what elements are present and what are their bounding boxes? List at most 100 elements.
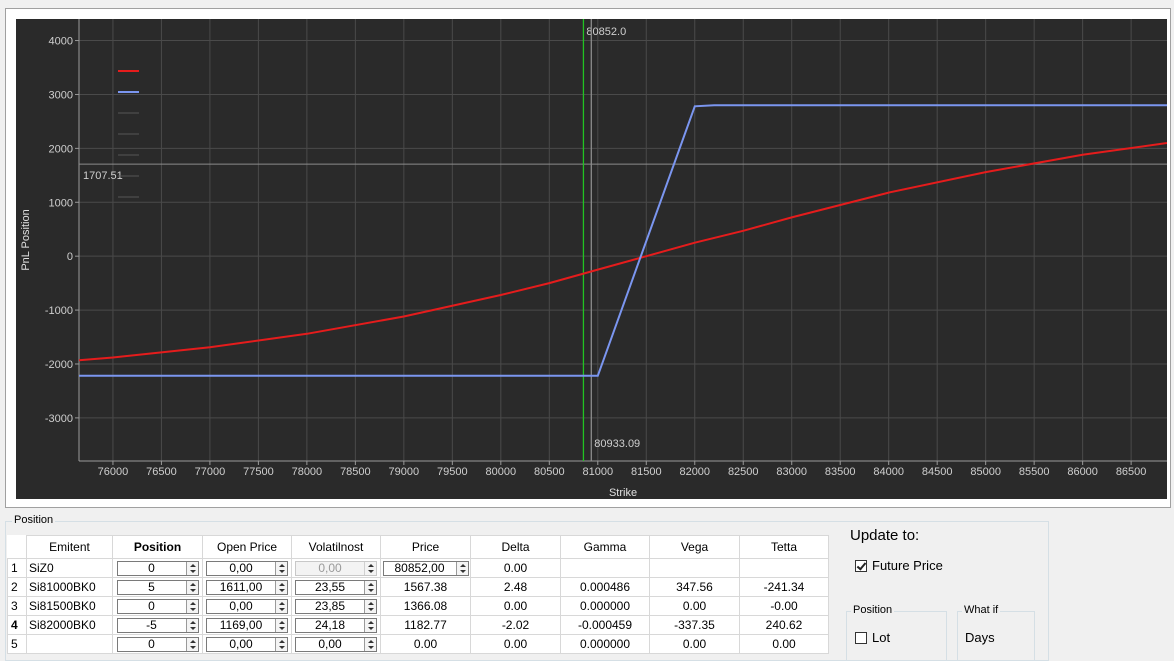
header-price[interactable]: Price [380,535,471,559]
table-row[interactable]: 4 Si82000BK0 -5 1169,00 24,18 1182.77 -2.02 -0.… [7,615,829,635]
future-price-checkbox[interactable] [855,559,867,572]
stepper-arrows-icon[interactable] [364,599,376,613]
header-delta[interactable]: Delta [470,535,561,559]
stepper-arrows-icon[interactable] [364,618,376,632]
y-tick-label: 2000 [49,143,73,155]
stepper-arrows-icon[interactable] [364,637,376,651]
table-row[interactable]: 2 Si81000BK0 5 1611,00 23,55 1567.38 2.48 0.000… [7,577,829,597]
stepper-arrows-icon[interactable] [275,618,287,632]
x-tick-label: 77000 [195,466,226,478]
days-label-row: Days [965,630,995,645]
position-stepper[interactable]: 0 [116,636,199,652]
x-tick-label: 86500 [1116,466,1147,478]
position-cell: -5 [112,615,203,635]
stepper-arrows-icon[interactable] [185,599,198,613]
volatility-stepper[interactable]: 23,55 [295,579,377,595]
header-vega[interactable]: Vega [649,535,740,559]
pnl-chart[interactable]: 76000 76500 77000 77500 78000 78500 79000 79500… [16,19,1167,499]
future-price-vline-label: 80852.0 [586,26,626,38]
open-price-stepper[interactable]: 0,00 [206,560,288,576]
stepper-arrows-icon[interactable] [185,580,198,594]
stepper-arrows-icon[interactable] [364,580,376,594]
volatility-cell: 23,55 [291,577,381,597]
stepper-arrows-icon[interactable] [185,637,198,651]
emitent-cell[interactable]: SiZ0 [26,558,113,578]
header-tetta[interactable]: Tetta [739,535,829,559]
emitent-cell[interactable]: Si81000BK0 [26,577,113,597]
row-number-header [7,535,27,559]
open-price-stepper[interactable]: 0,00 [206,636,288,652]
volatility-value: 23,55 [314,579,346,594]
stepper-arrows-icon[interactable] [455,561,468,575]
x-tick-label: 82500 [728,466,759,478]
x-tick-label: 76000 [98,466,129,478]
price-cell: 1182.77 [380,615,471,635]
header-open-price[interactable]: Open Price [202,535,292,559]
stepper-arrows-icon[interactable] [275,580,287,594]
position-stepper[interactable]: 0 [116,560,199,576]
what-if-group-title: What if [962,604,1001,616]
position-stepper[interactable]: 5 [116,579,199,595]
volatility-stepper[interactable]: 23,85 [295,598,377,614]
cursor-hline-label: 1707.51 [83,170,123,182]
x-tick-label: 82000 [679,466,710,478]
emitent-cell[interactable]: Si81500BK0 [26,596,113,616]
emitent-cell[interactable]: Si82000BK0 [26,615,113,635]
price-stepper[interactable]: 80852,00 [382,560,469,576]
stepper-arrows-icon[interactable] [364,561,376,575]
open-price-stepper[interactable]: 1611,00 [206,579,288,595]
x-tick-label: 78500 [340,466,371,478]
days-label: Days [965,630,995,645]
volatility-value: 24,18 [314,617,346,632]
price-cell: 1567.38 [380,577,471,597]
row-number: 5 [7,634,27,654]
tetta-cell: -241.34 [739,577,829,597]
x-tick-label: 78000 [292,466,323,478]
stepper-arrows-icon[interactable] [275,561,287,575]
open-price-stepper[interactable]: 1169,00 [206,617,288,633]
delta-cell: -2.02 [470,615,561,635]
emitent-cell[interactable] [26,634,113,654]
future-price-option[interactable]: Future Price [855,558,943,573]
position-cell: 5 [112,577,203,597]
volatility-stepper[interactable]: 0,00 [295,560,377,576]
x-tick-label: 83500 [825,466,856,478]
position-value: 5 [148,579,155,594]
position-stepper[interactable]: -5 [116,617,199,633]
y-tick-label: -2000 [45,359,73,371]
position-stepper[interactable]: 0 [116,598,199,614]
open-price-cell: 1611,00 [202,577,292,597]
header-position[interactable]: Position [112,535,203,559]
stepper-arrows-icon[interactable] [185,618,198,632]
lot-checkbox[interactable] [855,631,867,644]
open-price-stepper[interactable]: 0,00 [206,598,288,614]
x-axis-label: Strike [609,487,637,499]
x-tick-label: 85000 [970,466,1001,478]
table-row[interactable]: 5 0 0,00 0,00 0.00 0.00 0.000000 0.00 0.00 [7,634,829,654]
volatility-stepper[interactable]: 24,18 [295,617,377,633]
price-cell: 1366.08 [380,596,471,616]
x-tick-label: 79000 [389,466,420,478]
stepper-arrows-icon[interactable] [185,561,198,575]
y-tick-label: -1000 [45,305,73,317]
tetta-cell [739,558,829,578]
volatility-value: 0,00 [318,636,342,651]
header-emitent[interactable]: Emitent [26,535,113,559]
table-row[interactable]: 3 Si81500BK0 0 0,00 23,85 1366.08 0.00 0.000000… [7,596,829,616]
x-tick-label: 85500 [1019,466,1050,478]
gamma-cell: -0.000459 [560,615,650,635]
header-volatilnost[interactable]: Volatilnost [291,535,381,559]
open-price-value: 0,00 [229,636,253,651]
open-price-value: 0,00 [229,560,253,575]
gamma-cell: 0.000000 [560,596,650,616]
stepper-arrows-icon[interactable] [275,637,287,651]
volatility-stepper[interactable]: 0,00 [295,636,377,652]
position-group-title: Position [12,514,56,526]
x-tick-label: 79500 [437,466,468,478]
lot-option[interactable]: Lot [855,630,890,645]
header-gamma[interactable]: Gamma [560,535,650,559]
price-cell: 0.00 [380,634,471,654]
table-row[interactable]: 1 SiZ0 0 0,00 0,00 80852,00 0.00 [7,558,829,578]
delta-cell: 0.00 [470,558,561,578]
stepper-arrows-icon[interactable] [275,599,287,613]
